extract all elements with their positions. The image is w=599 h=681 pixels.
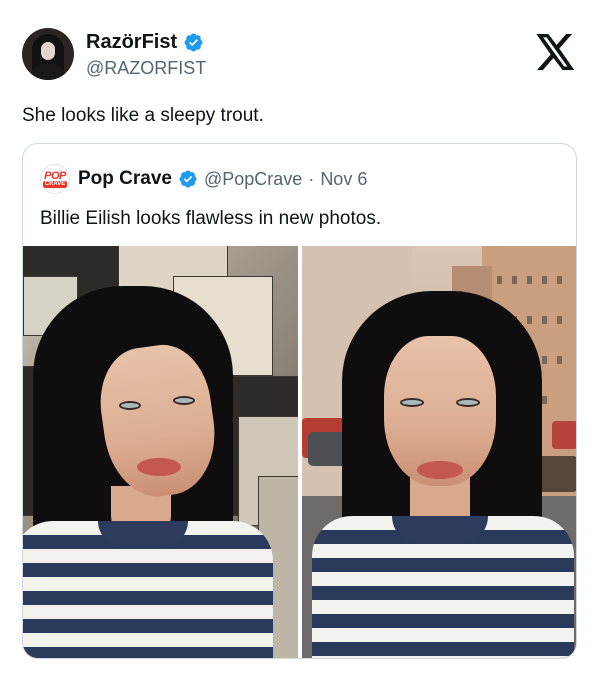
quoted-tweet[interactable]: POP CRAVE Pop Crave @PopCrave · Nov 6 Bi… xyxy=(22,143,577,659)
author-block: RazörFist @RAZORFIST xyxy=(86,30,206,80)
x-logo-icon[interactable] xyxy=(536,34,576,70)
pop-crave-logo-bottom: CRAVE xyxy=(42,180,68,188)
verified-badge-icon xyxy=(179,170,197,188)
author-handle[interactable]: @RAZORFIST xyxy=(86,56,206,80)
quoted-tweet-date[interactable]: Nov 6 xyxy=(320,169,367,190)
pop-crave-logo-top: POP xyxy=(44,169,66,182)
meta-separator: · xyxy=(308,168,315,189)
quoted-author-name[interactable]: Pop Crave xyxy=(78,168,172,190)
verified-badge-icon xyxy=(184,33,203,51)
author-name[interactable]: RazörFist xyxy=(86,30,177,54)
tweet-card: RazörFist @RAZORFIST She looks like a sl… xyxy=(0,0,599,681)
quoted-tweet-header: POP CRAVE Pop Crave @PopCrave · Nov 6 xyxy=(40,164,367,194)
photo-left[interactable] xyxy=(23,246,298,658)
author-avatar[interactable] xyxy=(22,28,74,80)
photo-right[interactable] xyxy=(302,246,576,658)
quoted-author-handle[interactable]: @PopCrave xyxy=(204,169,302,190)
quoted-tweet-text: Billie Eilish looks flawless in new phot… xyxy=(40,208,382,229)
tweet-text: She looks like a sleepy trout. xyxy=(22,105,264,126)
media-grid xyxy=(23,246,576,658)
quoted-author-avatar[interactable]: POP CRAVE xyxy=(40,164,70,194)
